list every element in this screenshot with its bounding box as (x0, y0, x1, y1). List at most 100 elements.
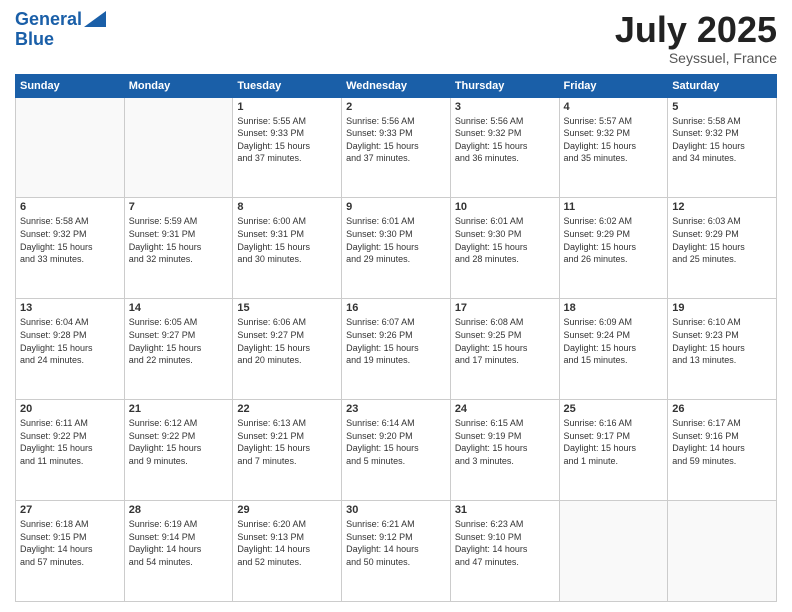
day-number: 12 (672, 201, 772, 213)
day-number: 24 (455, 403, 555, 415)
day-number: 30 (346, 504, 446, 516)
day-number: 28 (129, 504, 229, 516)
title-block: July 2025 Seyssuel, France (615, 10, 777, 66)
day-number: 31 (455, 504, 555, 516)
location: Seyssuel, France (615, 50, 777, 66)
day-info: Sunrise: 6:09 AM Sunset: 9:24 PM Dayligh… (564, 316, 664, 366)
day-info: Sunrise: 6:01 AM Sunset: 9:30 PM Dayligh… (455, 215, 555, 265)
day-info: Sunrise: 6:19 AM Sunset: 9:14 PM Dayligh… (129, 518, 229, 568)
calendar-table: SundayMondayTuesdayWednesdayThursdayFrid… (15, 74, 777, 602)
day-number: 1 (237, 101, 337, 113)
weekday-header-tuesday: Tuesday (233, 74, 342, 97)
calendar-cell: 3Sunrise: 5:56 AM Sunset: 9:32 PM Daylig… (450, 97, 559, 198)
calendar-cell: 26 Sunrise: 6:17 AM Sunset: 9:16 PM Dayli… (668, 400, 777, 501)
day-info: Sunrise: 6:06 AM Sunset: 9:27 PM Dayligh… (237, 316, 337, 366)
calendar-cell: 13Sunrise: 6:04 AM Sunset: 9:28 PM Dayli… (16, 299, 125, 400)
day-number: 2 (346, 101, 446, 113)
calendar-cell: 16 Sunrise: 6:07 AM Sunset: 9:26 PM Dayli… (342, 299, 451, 400)
day-info: Sunrise: 5:57 AM Sunset: 9:32 PM Dayligh… (564, 115, 664, 165)
calendar-cell: 29 Sunrise: 6:20 AM Sunset: 9:13 PM Dayli… (233, 501, 342, 602)
calendar-cell: 17 Sunrise: 6:08 AM Sunset: 9:25 PM Dayli… (450, 299, 559, 400)
logo-blue: Blue (15, 30, 54, 50)
day-number: 11 (564, 201, 664, 213)
day-info: Sunrise: 6:12 AM Sunset: 9:22 PM Dayligh… (129, 417, 229, 467)
day-number: 9 (346, 201, 446, 213)
logo: General Blue (15, 10, 106, 50)
calendar-cell (559, 501, 668, 602)
day-number: 10 (455, 201, 555, 213)
calendar-cell: 22 Sunrise: 6:13 AM Sunset: 9:21 PM Dayli… (233, 400, 342, 501)
day-info: Sunrise: 6:07 AM Sunset: 9:26 PM Dayligh… (346, 316, 446, 366)
week-row-5: 27 Sunrise: 6:18 AM Sunset: 9:15 PM Dayli… (16, 501, 777, 602)
day-info: Sunrise: 5:55 AM Sunset: 9:33 PM Dayligh… (237, 115, 337, 165)
day-number: 3 (455, 101, 555, 113)
day-info: Sunrise: 5:59 AM Sunset: 9:31 PM Dayligh… (129, 215, 229, 265)
day-info: Sunrise: 6:17 AM Sunset: 9:16 PM Dayligh… (672, 417, 772, 467)
day-number: 4 (564, 101, 664, 113)
calendar-cell: 11Sunrise: 6:02 AM Sunset: 9:29 PM Dayli… (559, 198, 668, 299)
week-row-4: 20 Sunrise: 6:11 AM Sunset: 9:22 PM Dayli… (16, 400, 777, 501)
week-row-2: 6 Sunrise: 5:58 AM Sunset: 9:32 PM Daylig… (16, 198, 777, 299)
day-info: Sunrise: 6:05 AM Sunset: 9:27 PM Dayligh… (129, 316, 229, 366)
calendar-cell: 8Sunrise: 6:00 AM Sunset: 9:31 PM Daylig… (233, 198, 342, 299)
calendar-cell (16, 97, 125, 198)
day-info: Sunrise: 6:16 AM Sunset: 9:17 PM Dayligh… (564, 417, 664, 467)
day-number: 23 (346, 403, 446, 415)
calendar-cell (124, 97, 233, 198)
day-number: 22 (237, 403, 337, 415)
calendar-cell: 14 Sunrise: 6:05 AM Sunset: 9:27 PM Dayli… (124, 299, 233, 400)
day-number: 20 (20, 403, 120, 415)
calendar-cell: 15 Sunrise: 6:06 AM Sunset: 9:27 PM Dayli… (233, 299, 342, 400)
calendar-cell: 31Sunrise: 6:23 AM Sunset: 9:10 PM Dayli… (450, 501, 559, 602)
weekday-header-wednesday: Wednesday (342, 74, 451, 97)
calendar-cell: 10 Sunrise: 6:01 AM Sunset: 9:30 PM Dayli… (450, 198, 559, 299)
calendar-cell: 25 Sunrise: 6:16 AM Sunset: 9:17 PM Dayli… (559, 400, 668, 501)
day-number: 19 (672, 302, 772, 314)
day-number: 25 (564, 403, 664, 415)
weekday-header-sunday: Sunday (16, 74, 125, 97)
day-info: Sunrise: 6:08 AM Sunset: 9:25 PM Dayligh… (455, 316, 555, 366)
calendar-cell (668, 501, 777, 602)
calendar-cell: 2 Sunrise: 5:56 AM Sunset: 9:33 PM Daylig… (342, 97, 451, 198)
day-number: 21 (129, 403, 229, 415)
calendar-cell: 18Sunrise: 6:09 AM Sunset: 9:24 PM Dayli… (559, 299, 668, 400)
weekday-header-monday: Monday (124, 74, 233, 97)
day-number: 7 (129, 201, 229, 213)
calendar-cell: 23Sunrise: 6:14 AM Sunset: 9:20 PM Dayli… (342, 400, 451, 501)
day-info: Sunrise: 6:13 AM Sunset: 9:21 PM Dayligh… (237, 417, 337, 467)
weekday-header-row: SundayMondayTuesdayWednesdayThursdayFrid… (16, 74, 777, 97)
day-number: 16 (346, 302, 446, 314)
day-info: Sunrise: 6:18 AM Sunset: 9:15 PM Dayligh… (20, 518, 120, 568)
calendar-cell: 24 Sunrise: 6:15 AM Sunset: 9:19 PM Dayli… (450, 400, 559, 501)
day-info: Sunrise: 6:11 AM Sunset: 9:22 PM Dayligh… (20, 417, 120, 467)
day-number: 6 (20, 201, 120, 213)
logo-icon (84, 11, 106, 27)
day-number: 26 (672, 403, 772, 415)
day-info: Sunrise: 6:10 AM Sunset: 9:23 PM Dayligh… (672, 316, 772, 366)
day-number: 14 (129, 302, 229, 314)
weekday-header-saturday: Saturday (668, 74, 777, 97)
calendar-cell: 7 Sunrise: 5:59 AM Sunset: 9:31 PM Daylig… (124, 198, 233, 299)
day-info: Sunrise: 6:00 AM Sunset: 9:31 PM Dayligh… (237, 215, 337, 265)
calendar-cell: 6 Sunrise: 5:58 AM Sunset: 9:32 PM Daylig… (16, 198, 125, 299)
header: General Blue July 2025 Seyssuel, France (15, 10, 777, 66)
day-info: Sunrise: 6:15 AM Sunset: 9:19 PM Dayligh… (455, 417, 555, 467)
calendar-cell: 9 Sunrise: 6:01 AM Sunset: 9:30 PM Daylig… (342, 198, 451, 299)
day-number: 29 (237, 504, 337, 516)
day-info: Sunrise: 6:01 AM Sunset: 9:30 PM Dayligh… (346, 215, 446, 265)
day-number: 13 (20, 302, 120, 314)
calendar-cell: 20 Sunrise: 6:11 AM Sunset: 9:22 PM Dayli… (16, 400, 125, 501)
day-info: Sunrise: 6:20 AM Sunset: 9:13 PM Dayligh… (237, 518, 337, 568)
calendar-cell: 1 Sunrise: 5:55 AM Sunset: 9:33 PM Daylig… (233, 97, 342, 198)
calendar-cell: 28 Sunrise: 6:19 AM Sunset: 9:14 PM Dayli… (124, 501, 233, 602)
day-info: Sunrise: 6:03 AM Sunset: 9:29 PM Dayligh… (672, 215, 772, 265)
day-info: Sunrise: 5:58 AM Sunset: 9:32 PM Dayligh… (672, 115, 772, 165)
day-number: 15 (237, 302, 337, 314)
day-number: 17 (455, 302, 555, 314)
day-info: Sunrise: 5:56 AM Sunset: 9:33 PM Dayligh… (346, 115, 446, 165)
day-info: Sunrise: 5:58 AM Sunset: 9:32 PM Dayligh… (20, 215, 120, 265)
week-row-1: 1 Sunrise: 5:55 AM Sunset: 9:33 PM Daylig… (16, 97, 777, 198)
day-number: 5 (672, 101, 772, 113)
month-title: July 2025 (615, 10, 777, 50)
day-number: 27 (20, 504, 120, 516)
